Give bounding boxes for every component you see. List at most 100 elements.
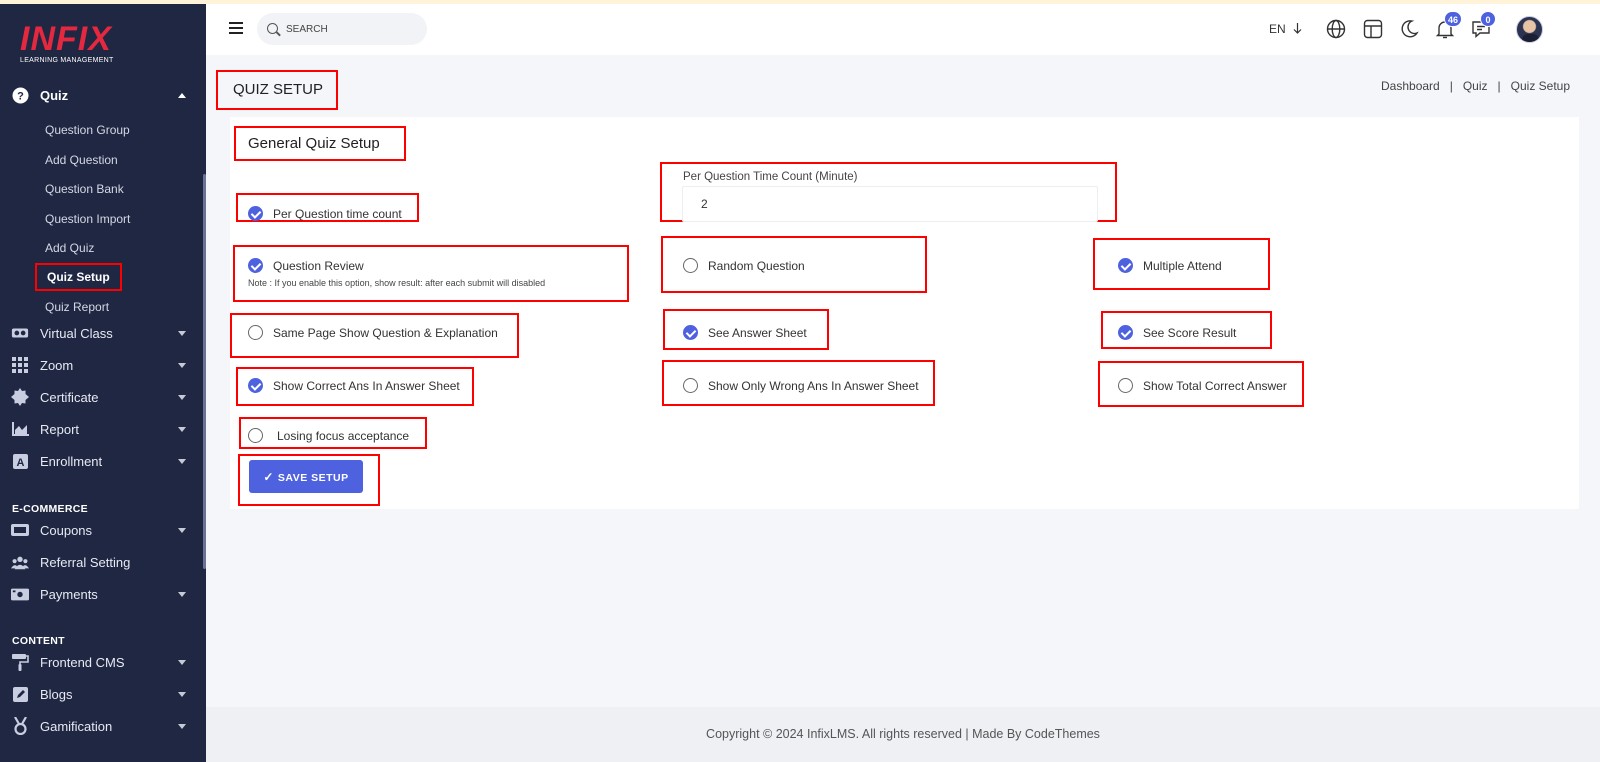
chevron-up-icon bbox=[178, 92, 186, 98]
breadcrumb-quiz[interactable]: Quiz bbox=[1463, 79, 1488, 93]
sidebar-item-blogs[interactable]: Blogs bbox=[0, 681, 206, 707]
per-question-time-checkbox[interactable] bbox=[248, 206, 263, 221]
save-setup-label: SAVE SETUP bbox=[277, 471, 349, 484]
sidebar-item-label: Coupons bbox=[40, 522, 93, 538]
card-title: General Quiz Setup bbox=[248, 135, 380, 152]
show-only-wrong-checkbox[interactable] bbox=[683, 378, 698, 393]
payment-icon bbox=[11, 585, 29, 603]
sidebar-subitem-quiz-report[interactable]: Quiz Report bbox=[45, 300, 109, 314]
breadcrumb-separator: | bbox=[1449, 79, 1453, 93]
sidebar-item-certificate[interactable]: Certificate bbox=[0, 384, 206, 410]
sidebar-item-coupons[interactable]: Coupons bbox=[0, 517, 206, 543]
sidebar-item-report[interactable]: Report bbox=[0, 416, 206, 442]
multiple-attend-label: Multiple Attend bbox=[1143, 259, 1222, 273]
same-page-show-checkbox[interactable] bbox=[248, 325, 263, 340]
chevron-down-icon bbox=[178, 362, 186, 368]
enrollment-icon: A bbox=[11, 452, 29, 470]
arrow-down-icon bbox=[1293, 23, 1302, 34]
sidebar-item-payments[interactable]: Payments bbox=[0, 581, 206, 607]
chevron-down-icon bbox=[178, 723, 186, 729]
globe-icon[interactable] bbox=[1326, 19, 1346, 39]
show-correct-ans-checkbox[interactable] bbox=[248, 378, 263, 393]
see-score-result-label: See Score Result bbox=[1143, 326, 1237, 340]
sidebar-item-enrollment[interactable]: A Enrollment bbox=[0, 448, 206, 474]
multiple-attend-checkbox[interactable] bbox=[1118, 258, 1133, 273]
section-title-ecommerce: E-COMMERCE bbox=[12, 503, 88, 515]
sidebar-item-label: Frontend CMS bbox=[40, 654, 125, 670]
sidebar-subitem-question-group[interactable]: Question Group bbox=[45, 123, 130, 137]
top-header: EN 46 0 bbox=[206, 4, 1600, 55]
paint-roller-icon bbox=[11, 653, 29, 671]
layout-icon[interactable] bbox=[1363, 19, 1383, 39]
losing-focus-checkbox[interactable] bbox=[248, 428, 263, 443]
search-input[interactable] bbox=[286, 21, 416, 37]
logo-subtitle: LEARNING MANAGEMENT bbox=[20, 57, 114, 64]
chevron-down-icon bbox=[178, 426, 186, 432]
show-correct-ans-label: Show Correct Ans In Answer Sheet bbox=[273, 379, 460, 393]
hamburger-menu-icon[interactable] bbox=[229, 22, 243, 34]
show-only-wrong-label: Show Only Wrong Ans In Answer Sheet bbox=[708, 379, 919, 393]
sidebar-item-quiz[interactable]: ? Quiz bbox=[0, 82, 206, 108]
sidebar: INFIX LEARNING MANAGEMENT ? Quiz Questio… bbox=[0, 4, 206, 762]
sidebar-subitem-add-question[interactable]: Add Question bbox=[45, 153, 118, 167]
breadcrumb-dashboard[interactable]: Dashboard bbox=[1381, 79, 1440, 93]
breadcrumb-current: Quiz Setup bbox=[1510, 79, 1571, 93]
message-icon[interactable]: 0 bbox=[1471, 11, 1496, 39]
chevron-down-icon bbox=[178, 691, 186, 697]
sidebar-subitem-add-quiz[interactable]: Add Quiz bbox=[45, 241, 94, 255]
notification-bell-icon[interactable]: 46 bbox=[1435, 11, 1463, 39]
referral-icon bbox=[11, 553, 29, 571]
chevron-down-icon bbox=[178, 458, 186, 464]
sidebar-subitem-question-import[interactable]: Question Import bbox=[45, 212, 130, 226]
sidebar-item-zoom[interactable]: Zoom bbox=[0, 352, 206, 378]
logo[interactable]: INFIX LEARNING MANAGEMENT bbox=[20, 22, 114, 64]
breadcrumb-separator: | bbox=[1497, 79, 1501, 93]
sidebar-item-label: Quiz bbox=[40, 87, 69, 103]
search-box[interactable] bbox=[257, 13, 427, 45]
coupon-icon bbox=[11, 521, 29, 539]
chevron-down-icon bbox=[178, 394, 186, 400]
sidebar-item-label: Virtual Class bbox=[40, 325, 113, 341]
sidebar-item-referral-setting[interactable]: Referral Setting bbox=[0, 549, 206, 575]
sidebar-item-label: Gamification bbox=[40, 718, 113, 734]
svg-text:A: A bbox=[16, 457, 24, 469]
breadcrumb: Dashboard | Quiz | Quiz Setup bbox=[1381, 79, 1570, 93]
sidebar-item-frontend-cms[interactable]: Frontend CMS bbox=[0, 649, 206, 675]
same-page-show-label: Same Page Show Question & Explanation bbox=[273, 326, 498, 340]
footer-copyright: Copyright © 2024 InfixLMS. All rights re… bbox=[706, 727, 1100, 741]
sidebar-item-label: Enrollment bbox=[40, 453, 103, 469]
see-answer-sheet-checkbox[interactable] bbox=[683, 325, 698, 340]
show-total-correct-label: Show Total Correct Answer bbox=[1143, 379, 1287, 393]
save-setup-button[interactable]: ✓ SAVE SETUP bbox=[249, 460, 363, 493]
sidebar-subitem-question-bank[interactable]: Question Bank bbox=[45, 182, 124, 196]
language-label: EN bbox=[1269, 22, 1286, 36]
certificate-icon bbox=[11, 388, 29, 406]
time-count-input[interactable] bbox=[682, 186, 1098, 222]
chevron-down-icon bbox=[178, 591, 186, 597]
see-score-result-checkbox[interactable] bbox=[1118, 325, 1133, 340]
question-review-checkbox[interactable] bbox=[248, 258, 263, 273]
logo-wordmark: INFIX bbox=[20, 20, 112, 58]
main-content: QUIZ SETUP Dashboard | Quiz | Quiz Setup Gen… bbox=[206, 55, 1600, 707]
chevron-down-icon bbox=[178, 659, 186, 665]
losing-focus-label: Losing focus acceptance bbox=[277, 429, 410, 443]
question-review-label: Question Review bbox=[273, 259, 364, 273]
sidebar-subitem-quiz-setup[interactable]: Quiz Setup bbox=[35, 263, 122, 291]
highlight-box bbox=[233, 245, 629, 302]
virtual-class-icon bbox=[11, 324, 29, 342]
show-total-correct-checkbox[interactable] bbox=[1118, 378, 1133, 393]
svg-text:?: ? bbox=[17, 90, 24, 102]
random-question-checkbox[interactable] bbox=[683, 258, 698, 273]
message-badge: 0 bbox=[1480, 11, 1496, 27]
sidebar-item-gamification[interactable]: Gamification bbox=[0, 713, 206, 739]
sidebar-item-virtual-class[interactable]: Virtual Class bbox=[0, 320, 206, 346]
notification-badge: 46 bbox=[1444, 11, 1463, 27]
language-selector[interactable]: EN bbox=[1269, 22, 1302, 36]
question-review-note: Note : If you enable this option, show r… bbox=[248, 278, 546, 288]
time-count-label: Per Question Time Count (Minute) bbox=[683, 171, 858, 183]
avatar[interactable] bbox=[1516, 16, 1543, 43]
sidebar-item-label: Zoom bbox=[40, 357, 74, 373]
moon-icon[interactable] bbox=[1399, 19, 1419, 39]
report-chart-icon bbox=[11, 420, 29, 438]
sidebar-item-label: Certificate bbox=[40, 389, 99, 405]
